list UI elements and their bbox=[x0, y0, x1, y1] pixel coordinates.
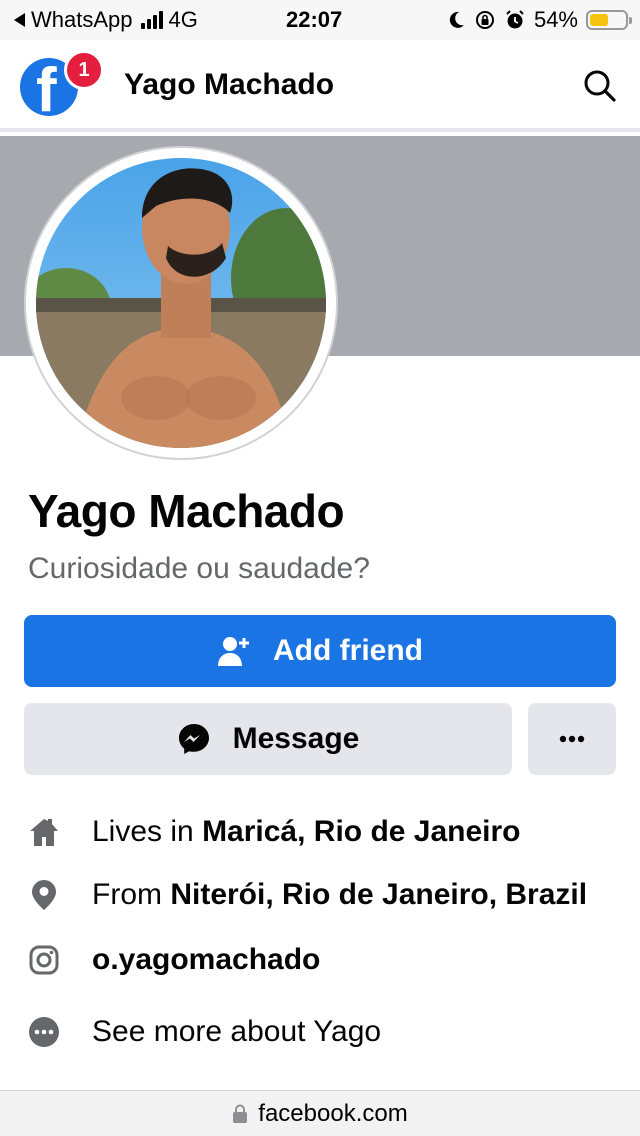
search-icon bbox=[584, 70, 616, 102]
url-text: facebook.com bbox=[258, 1099, 408, 1127]
more-horizontal-icon bbox=[559, 735, 585, 743]
detail-lives-in: Lives in Maricá, Rio de Janeiro bbox=[0, 807, 640, 857]
app-header: f 1 Yago Machado bbox=[0, 40, 640, 132]
battery-icon bbox=[586, 10, 632, 30]
detail-value[interactable]: Niterói, Rio de Janeiro, Brazil bbox=[170, 878, 587, 911]
lock-icon bbox=[233, 1104, 248, 1123]
messenger-icon bbox=[178, 724, 209, 754]
detail-prefix: Lives in bbox=[92, 815, 203, 848]
browser-url-bar[interactable]: facebook.com bbox=[0, 1090, 640, 1136]
status-bar: WhatsApp 4G 22:07 54% bbox=[0, 0, 640, 40]
add-friend-icon bbox=[218, 637, 249, 666]
detail-from: From Niterói, Rio de Janeiro, Brazil bbox=[0, 870, 640, 920]
notification-badge: 1 bbox=[64, 50, 104, 90]
back-arrow-icon bbox=[14, 13, 25, 27]
message-label: Message bbox=[232, 722, 360, 755]
alarm-icon bbox=[506, 10, 524, 29]
network-label: 4G bbox=[168, 7, 198, 32]
profile-name: Yago Machado bbox=[28, 485, 345, 537]
moon-icon bbox=[449, 11, 464, 28]
back-app-label: WhatsApp bbox=[31, 7, 133, 32]
home-icon bbox=[30, 819, 58, 846]
more-dots-icon bbox=[29, 1017, 59, 1047]
add-friend-label: Add friend bbox=[273, 634, 423, 667]
battery-percent: 54% bbox=[533, 7, 578, 32]
back-to-app[interactable]: WhatsApp 4G bbox=[14, 6, 198, 34]
clock: 22:07 bbox=[286, 7, 343, 32]
more-options-button[interactable] bbox=[528, 703, 616, 775]
detail-see-more[interactable]: See more about Yago bbox=[0, 1007, 640, 1057]
signal-bars-icon bbox=[140, 11, 163, 29]
detail-value[interactable]: Maricá, Rio de Janeiro bbox=[202, 815, 520, 848]
profile-bio: Curiosidade ou saudade? bbox=[28, 552, 370, 585]
instagram-handle[interactable]: o.yagomachado bbox=[92, 943, 320, 976]
rotation-lock-icon bbox=[475, 11, 494, 29]
detail-instagram: o.yagomachado bbox=[0, 935, 640, 985]
see-more-label: See more about Yago bbox=[92, 1015, 382, 1048]
battery-fill bbox=[590, 14, 609, 26]
status-right: 54% bbox=[446, 6, 632, 34]
detail-prefix: From bbox=[92, 878, 171, 911]
add-friend-button[interactable]: Add friend bbox=[24, 615, 616, 687]
location-pin-icon bbox=[32, 880, 56, 910]
search-button[interactable] bbox=[580, 66, 620, 106]
profile-photo bbox=[36, 158, 326, 448]
profile-picture[interactable] bbox=[24, 146, 338, 460]
message-button[interactable]: Message bbox=[24, 703, 512, 775]
instagram-icon bbox=[29, 945, 59, 975]
header-title: Yago Machado bbox=[124, 68, 335, 101]
